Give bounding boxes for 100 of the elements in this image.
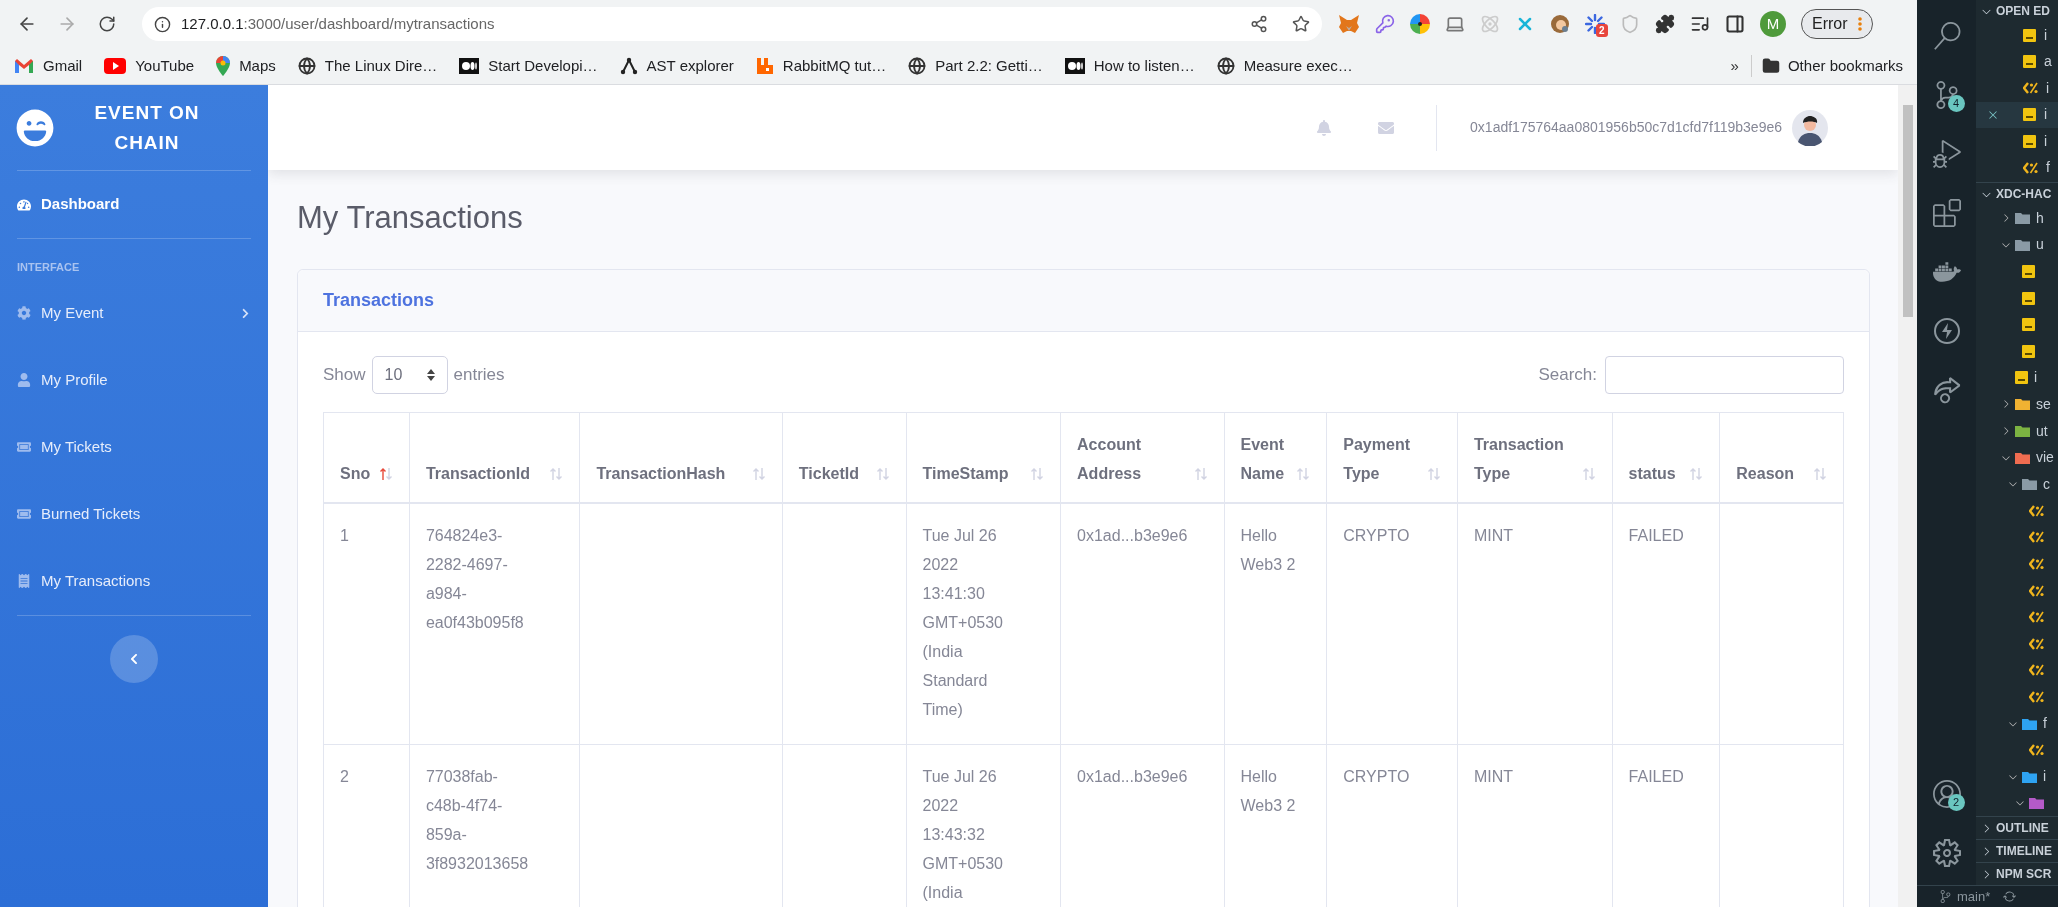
open-editor-item[interactable]: f bbox=[1976, 154, 2058, 181]
count-badge: 4 bbox=[1947, 95, 1965, 112]
extensions-icon[interactable] bbox=[1932, 199, 1961, 227]
explorer-section-header[interactable]: OPEN ED bbox=[1976, 0, 2058, 22]
column-header[interactable]: Reason bbox=[1719, 412, 1844, 503]
select-arrows-icon bbox=[426, 369, 435, 381]
column-header[interactable]: status bbox=[1612, 412, 1720, 503]
table-cell-text: 2 bbox=[340, 766, 350, 787]
settings-icon[interactable] bbox=[1932, 839, 1961, 867]
circles-icon bbox=[459, 58, 480, 74]
sidebar-item[interactable]: My Tickets bbox=[0, 413, 268, 481]
column-header[interactable]: Account Address bbox=[1060, 412, 1224, 503]
show-label: Show bbox=[323, 364, 366, 387]
column-header[interactable]: Sno bbox=[323, 412, 410, 503]
bookmark[interactable]: YouTube bbox=[104, 54, 195, 78]
tree-item[interactable]: h bbox=[1976, 205, 2058, 232]
color-wheel-icon[interactable] bbox=[1410, 14, 1430, 34]
laptop-icon[interactable] bbox=[1445, 14, 1465, 34]
open-editor-item[interactable]: i bbox=[1976, 128, 2058, 155]
file-icon bbox=[2023, 108, 2036, 122]
explorer-section-header[interactable]: TIMELINE bbox=[1976, 840, 2058, 862]
template-file-icon bbox=[2029, 584, 2044, 597]
column-header[interactable]: Transaction Type bbox=[1457, 412, 1613, 503]
sidebar-item[interactable]: Dashboard bbox=[0, 171, 268, 238]
explorer-section-header[interactable]: NPM SCR bbox=[1976, 863, 2058, 885]
tree-item[interactable]: c bbox=[1976, 470, 2058, 498]
chevron-left-icon bbox=[128, 652, 140, 665]
bookmark[interactable]: Maps bbox=[216, 54, 276, 78]
branch-name[interactable]: main* bbox=[1957, 886, 1991, 907]
playlist-icon[interactable] bbox=[1690, 14, 1710, 34]
sidebar-item[interactable]: My Event bbox=[0, 279, 268, 347]
tree-item[interactable]: u bbox=[1976, 231, 2058, 259]
more-bookmarks-button[interactable]: » bbox=[1730, 54, 1739, 78]
video-play-icon bbox=[104, 58, 127, 74]
puzzle-icon[interactable] bbox=[1655, 14, 1675, 34]
tree-item[interactable]: ut bbox=[1976, 417, 2058, 445]
column-header[interactable]: Event Name bbox=[1224, 412, 1327, 503]
bookmark[interactable]: Measure exec… bbox=[1216, 54, 1353, 78]
star-icon[interactable] bbox=[1292, 15, 1310, 33]
column-header[interactable]: TransactionHash bbox=[579, 412, 783, 503]
sync-icon[interactable] bbox=[2003, 890, 2017, 903]
explorer-section-header[interactable]: XDC-HAC bbox=[1976, 183, 2058, 205]
column-header[interactable]: TicketId bbox=[782, 412, 906, 503]
explorer-section-header[interactable]: OUTLINE bbox=[1976, 817, 2058, 839]
tree-item[interactable]: se bbox=[1976, 391, 2058, 418]
sidebar-item[interactable]: My Transactions bbox=[0, 547, 268, 615]
sidebar-item[interactable]: My Profile bbox=[0, 346, 268, 414]
file-icon bbox=[2022, 318, 2035, 332]
search-field[interactable] bbox=[1605, 356, 1844, 394]
account-address[interactable]: 0x1adf175764aa0801956b50c7d1cfd7f119b3e9e6 bbox=[1470, 117, 1782, 138]
open-editor-item[interactable]: a bbox=[1976, 48, 2058, 75]
table-cell-text: CRYPTO bbox=[1343, 525, 1411, 546]
column-header[interactable]: TimeStamp bbox=[906, 412, 1061, 503]
animal-avatar-icon[interactable] bbox=[1550, 14, 1570, 34]
bookmark-folder[interactable]: Other bookmarks bbox=[1761, 54, 1903, 78]
sort-icon[interactable] bbox=[378, 466, 393, 481]
column-header[interactable]: Payment Type bbox=[1326, 412, 1458, 503]
table-cell-text: Tue Jul 26 2022 13:43:32 GMT+0530 (India bbox=[922, 766, 1004, 903]
template-file-icon bbox=[2029, 611, 2044, 624]
open-editor-item[interactable]: i bbox=[1976, 22, 2058, 49]
search-icon[interactable] bbox=[1932, 22, 1961, 50]
error-button[interactable]: Error bbox=[1801, 9, 1873, 39]
file-icon bbox=[2022, 344, 2035, 358]
burst-icon[interactable] bbox=[1585, 14, 1605, 34]
bookmark[interactable]: How to listen… bbox=[1064, 54, 1195, 78]
bookmark[interactable]: The Linux Dire… bbox=[297, 54, 438, 78]
folder-icon bbox=[1761, 57, 1780, 75]
globe-icon bbox=[1216, 57, 1235, 75]
bookmark[interactable]: RabbitMQ tut… bbox=[755, 54, 887, 78]
bookmark[interactable]: AST explorer bbox=[619, 54, 734, 78]
tree-item[interactable]: i bbox=[1976, 763, 2058, 791]
key-icon[interactable] bbox=[1375, 14, 1395, 34]
page-size-select[interactable]: 10 bbox=[371, 356, 448, 394]
file-icon bbox=[2022, 291, 2035, 305]
address-bar[interactable]: 127.0.0.1:3000/user/dashboard/mytransactions bbox=[142, 7, 1322, 41]
bookmark[interactable]: Gmail bbox=[14, 54, 83, 78]
fox-icon[interactable] bbox=[1338, 14, 1360, 34]
tree-item[interactable]: i bbox=[1976, 364, 2058, 392]
avatar[interactable] bbox=[1792, 109, 1828, 146]
file-icon bbox=[2023, 28, 2036, 42]
share-icon[interactable] bbox=[1250, 15, 1268, 33]
open-editor-item[interactable]: i bbox=[1976, 101, 2058, 128]
column-header[interactable]: TransactionId bbox=[409, 412, 580, 503]
scrollbar[interactable] bbox=[1898, 85, 1917, 907]
sidebar-item[interactable]: Burned Tickets bbox=[0, 480, 268, 548]
lightning-icon[interactable] bbox=[1932, 317, 1961, 345]
side-panel-icon[interactable] bbox=[1725, 14, 1745, 34]
info-icon bbox=[154, 15, 171, 33]
tree-item[interactable]: vie bbox=[1976, 444, 2058, 471]
run-debug-icon[interactable] bbox=[1932, 140, 1961, 168]
file-icon bbox=[2022, 265, 2035, 278]
bookmark[interactable]: Part 2.2: Getti… bbox=[908, 54, 1043, 78]
tree-nodes-icon bbox=[619, 57, 638, 75]
live-share-icon[interactable] bbox=[1932, 376, 1961, 404]
open-editor-item[interactable]: i bbox=[1976, 75, 2058, 102]
table-cell-text: 1 bbox=[340, 525, 350, 546]
tree-item[interactable]: f bbox=[1976, 710, 2058, 737]
bookmark[interactable]: Start Developi… bbox=[459, 54, 598, 78]
file-icon bbox=[2023, 55, 2036, 69]
nav-icon bbox=[17, 574, 31, 588]
